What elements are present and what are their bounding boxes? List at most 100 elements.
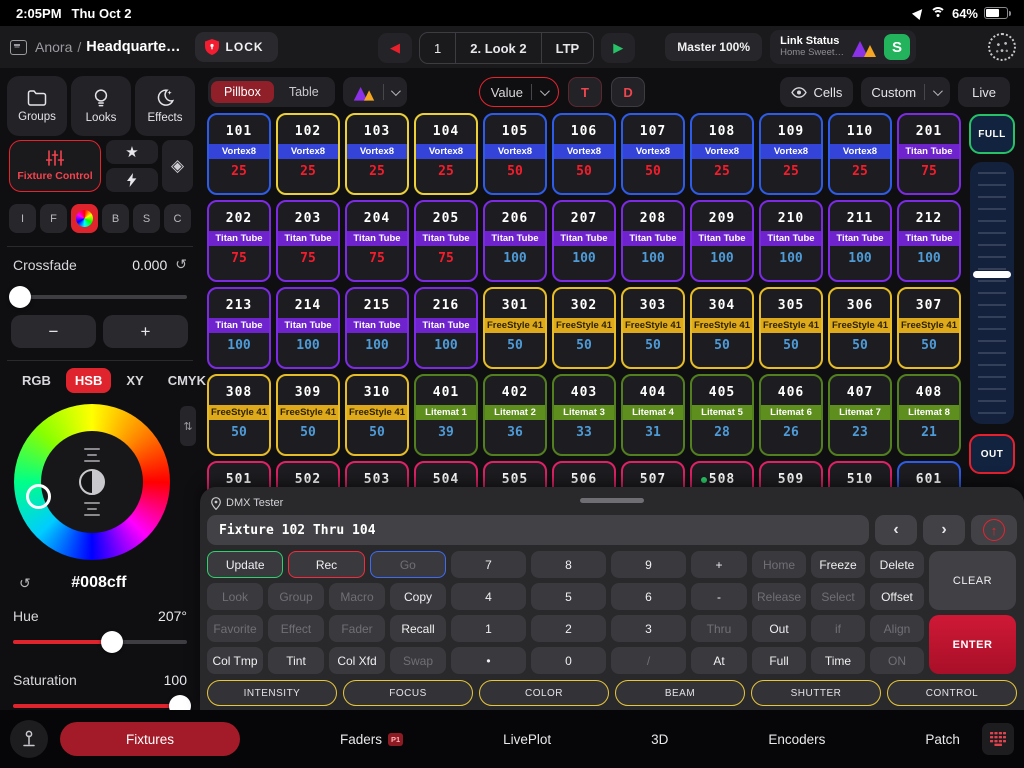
key-go[interactable]: Go bbox=[370, 551, 446, 578]
key-col-tmp[interactable]: Col Tmp bbox=[207, 647, 263, 674]
fixture-cell-307[interactable]: 307FreeStyle 4150 bbox=[897, 287, 961, 369]
cells-button[interactable]: Cells bbox=[780, 77, 853, 107]
key-look[interactable]: Look bbox=[207, 583, 263, 610]
custom-dropdown[interactable]: Custom bbox=[861, 77, 950, 107]
key--[interactable]: - bbox=[691, 583, 747, 610]
command-prev-button[interactable]: ‹ bbox=[875, 515, 917, 545]
fixture-cell-401[interactable]: 401Litemat 139 bbox=[414, 374, 478, 456]
console-button[interactable] bbox=[10, 720, 48, 758]
fixture-cell-306[interactable]: 306FreeStyle 4150 bbox=[828, 287, 892, 369]
filter-f[interactable]: F bbox=[40, 204, 67, 233]
delay-button[interactable]: D bbox=[611, 77, 645, 107]
master-fader-thumb[interactable] bbox=[973, 271, 1011, 278]
fixture-cell-206[interactable]: 206Titan Tube100 bbox=[483, 200, 547, 282]
s-badge[interactable]: S bbox=[884, 34, 910, 60]
fixture-cell-302[interactable]: 302FreeStyle 4150 bbox=[552, 287, 616, 369]
color-reset-icon[interactable]: ↺ bbox=[19, 575, 31, 592]
key-align[interactable]: Align bbox=[870, 615, 924, 642]
fixture-cell-408[interactable]: 408Litemat 821 bbox=[897, 374, 961, 456]
key-at[interactable]: At bbox=[691, 647, 747, 674]
tab-encoders[interactable]: Encoders bbox=[768, 732, 825, 747]
key-on[interactable]: ON bbox=[870, 647, 924, 674]
fixture-cell-106[interactable]: 106Vortex850 bbox=[552, 113, 616, 195]
clear-key[interactable]: CLEAR bbox=[929, 551, 1016, 610]
fixture-cell-201[interactable]: 201Titan Tube75 bbox=[897, 113, 961, 195]
key-1[interactable]: 1 bbox=[451, 615, 526, 642]
hue-slider-thumb[interactable] bbox=[101, 631, 123, 653]
file-name[interactable]: Headquarte… bbox=[86, 39, 180, 55]
fixture-cell-402[interactable]: 402Litemat 236 bbox=[483, 374, 547, 456]
fixture-cell-101[interactable]: 101Vortex825 bbox=[207, 113, 271, 195]
show-file-icon[interactable] bbox=[10, 40, 27, 55]
prev-cue-button[interactable]: ◀ bbox=[378, 33, 412, 63]
fixture-cell-109[interactable]: 109Vortex825 bbox=[759, 113, 823, 195]
tab-fixtures[interactable]: Fixtures bbox=[60, 722, 240, 756]
sidebar-item-looks[interactable]: Looks bbox=[71, 76, 131, 136]
filter-color[interactable] bbox=[71, 204, 98, 233]
palette-color[interactable]: COLOR bbox=[479, 680, 609, 706]
fixture-cell-304[interactable]: 304FreeStyle 4150 bbox=[690, 287, 754, 369]
table-tab[interactable]: Table bbox=[276, 81, 332, 103]
filter-i[interactable]: I bbox=[9, 204, 36, 233]
key-copy[interactable]: Copy bbox=[390, 583, 446, 610]
palette-control[interactable]: CONTROL bbox=[887, 680, 1017, 706]
key-7[interactable]: 7 bbox=[451, 551, 526, 578]
key-macro[interactable]: Macro bbox=[329, 583, 385, 610]
palette-beam[interactable]: BEAM bbox=[615, 680, 745, 706]
palette-focus[interactable]: FOCUS bbox=[343, 680, 473, 706]
filter-s[interactable]: S bbox=[133, 204, 160, 233]
command-line-input[interactable]: Fixture 102 Thru 104 bbox=[207, 515, 869, 545]
key-if[interactable]: if bbox=[811, 615, 865, 642]
color-tab-xy[interactable]: XY bbox=[117, 368, 152, 393]
fixture-cell-212[interactable]: 212Titan Tube100 bbox=[897, 200, 961, 282]
keypad-icon[interactable] bbox=[982, 723, 1014, 755]
pillbox-tab[interactable]: Pillbox bbox=[211, 81, 274, 103]
key-group[interactable]: Group bbox=[268, 583, 324, 610]
link-status[interactable]: Link Status Home Sweet… S bbox=[770, 30, 916, 64]
tab-patch[interactable]: Patch bbox=[925, 732, 960, 747]
timing-button[interactable]: T bbox=[568, 77, 602, 107]
network-globe-icon[interactable] bbox=[988, 33, 1016, 61]
command-next-button[interactable]: › bbox=[923, 515, 965, 545]
key-recall[interactable]: Recall bbox=[390, 615, 446, 642]
cue-mode[interactable]: LTP bbox=[541, 33, 594, 63]
cue-name[interactable]: 2. Look 2 bbox=[455, 33, 540, 63]
fixture-cell-308[interactable]: 308FreeStyle 4150 bbox=[207, 374, 271, 456]
fixture-cell-403[interactable]: 403Litemat 333 bbox=[552, 374, 616, 456]
key-6[interactable]: 6 bbox=[611, 583, 686, 610]
key-2[interactable]: 2 bbox=[531, 615, 606, 642]
fixture-cell-204[interactable]: 204Titan Tube75 bbox=[345, 200, 409, 282]
cue-number[interactable]: 1 bbox=[420, 33, 455, 63]
fixture-cell-108[interactable]: 108Vortex825 bbox=[690, 113, 754, 195]
key-time[interactable]: Time bbox=[811, 647, 865, 674]
fixture-cell-207[interactable]: 207Titan Tube100 bbox=[552, 200, 616, 282]
color-wheel[interactable] bbox=[14, 404, 170, 560]
key-offset[interactable]: Offset bbox=[870, 583, 924, 610]
key-delete[interactable]: Delete bbox=[870, 551, 924, 578]
key-3[interactable]: 3 bbox=[611, 615, 686, 642]
fixture-cell-305[interactable]: 305FreeStyle 4150 bbox=[759, 287, 823, 369]
tab-liveplot[interactable]: LivePlot bbox=[503, 732, 551, 747]
fixture-cell-103[interactable]: 103Vortex825 bbox=[345, 113, 409, 195]
saturation-slider[interactable] bbox=[13, 704, 187, 708]
show-name[interactable]: Anora bbox=[35, 39, 72, 55]
key-swap[interactable]: Swap bbox=[390, 647, 446, 674]
key-release[interactable]: Release bbox=[752, 583, 806, 610]
key--[interactable]: • bbox=[451, 647, 526, 674]
key-col-xfd[interactable]: Col Xfd bbox=[329, 647, 385, 674]
key-thru[interactable]: Thru bbox=[691, 615, 747, 642]
fixture-cell-210[interactable]: 210Titan Tube100 bbox=[759, 200, 823, 282]
filter-b[interactable]: B bbox=[102, 204, 129, 233]
layout-dropdown[interactable] bbox=[343, 77, 407, 107]
color-tab-rgb[interactable]: RGB bbox=[13, 368, 60, 393]
crossfade-slider-thumb[interactable] bbox=[9, 286, 31, 308]
key-favorite[interactable]: Favorite bbox=[207, 615, 263, 642]
key-4[interactable]: 4 bbox=[451, 583, 526, 610]
key-8[interactable]: 8 bbox=[531, 551, 606, 578]
full-button[interactable]: FULL bbox=[969, 114, 1015, 154]
fixture-cell-407[interactable]: 407Litemat 723 bbox=[828, 374, 892, 456]
key--[interactable]: / bbox=[611, 647, 686, 674]
key-5[interactable]: 5 bbox=[531, 583, 606, 610]
fixture-cell-303[interactable]: 303FreeStyle 4150 bbox=[621, 287, 685, 369]
command-send-button[interactable]: ↑ bbox=[971, 515, 1017, 545]
